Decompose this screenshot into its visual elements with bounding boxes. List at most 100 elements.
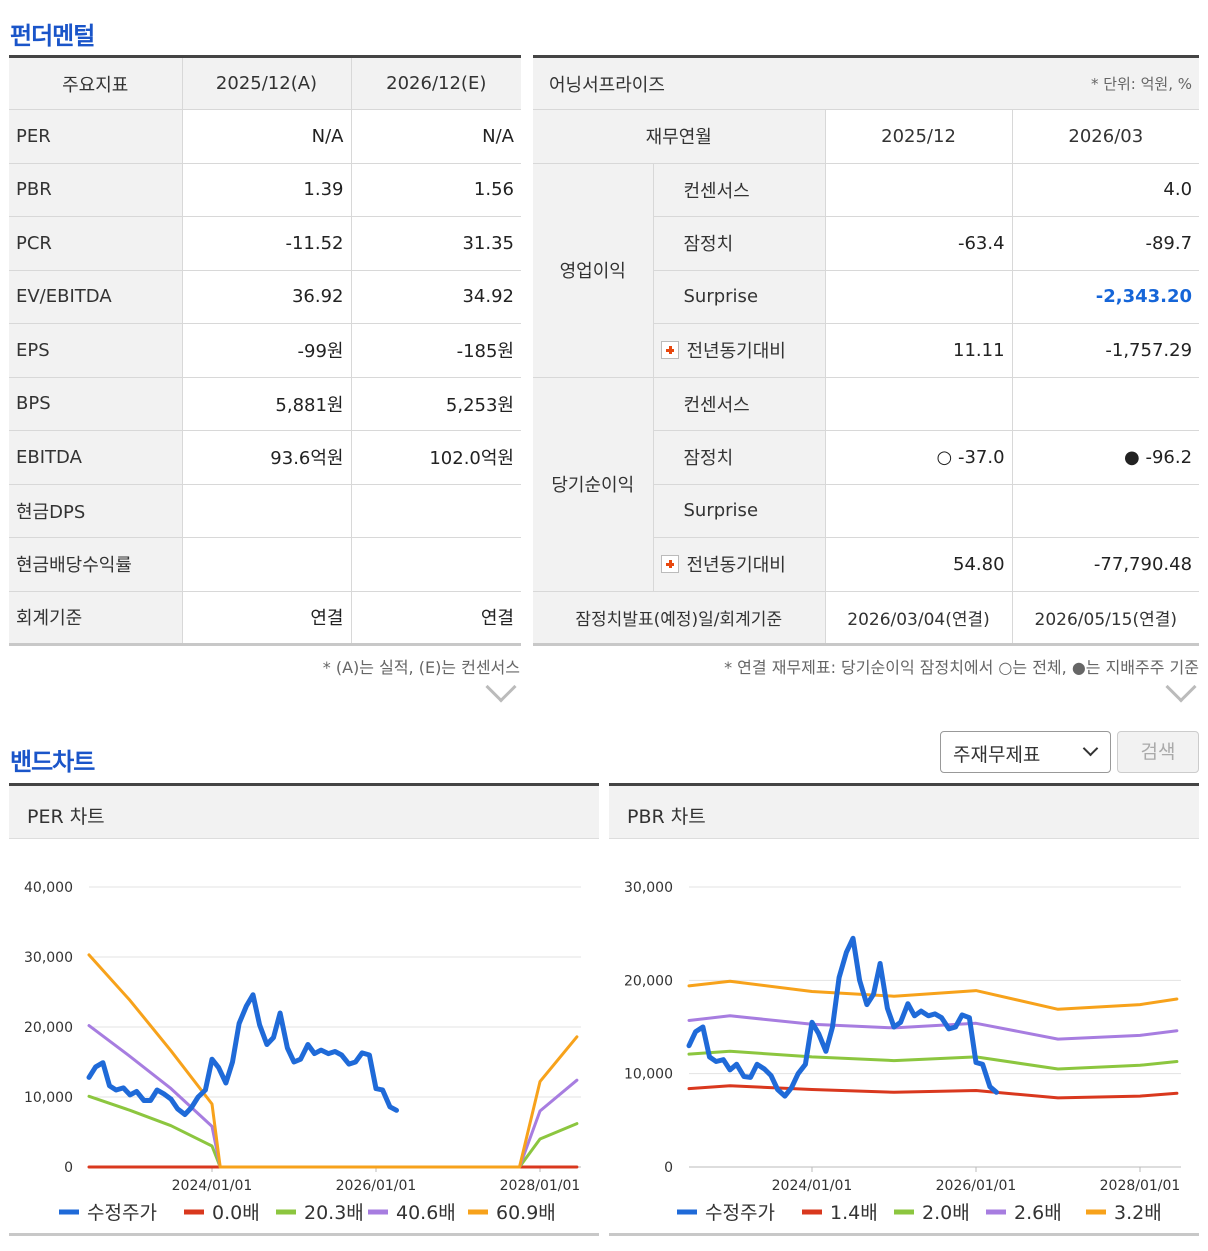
fund-value: -185원: [350, 323, 521, 378]
x-tick-label: 2028/01/01: [500, 1178, 581, 1194]
y-tick-label: 0: [64, 1160, 73, 1176]
fund-header-0: 주요지표: [9, 56, 182, 110]
earn-footer-date: 2026/05/15(연결): [1011, 591, 1200, 645]
fund-header-1: 2025/12(A): [181, 56, 351, 110]
fund-value: N/A: [350, 109, 521, 164]
earn-label: Surprise: [653, 270, 825, 324]
fund-label: 회계기준: [9, 591, 182, 645]
earn-label: Surprise: [653, 484, 825, 538]
fund-value: 102.0억원: [350, 430, 521, 485]
band-series-line: [87, 1094, 579, 1169]
earn-label: 잠정치: [653, 216, 825, 271]
fund-label: BPS: [9, 377, 182, 431]
fund-value: 34.92: [350, 270, 521, 324]
fund-row: 현금배당수익률: [9, 537, 521, 592]
fundamentals-table: 주요지표 2025/12(A) 2026/12(E) PER N/A N/A PBR…: [9, 55, 521, 646]
earn-label: 잠정치: [653, 430, 825, 485]
legend-label: 40.6배: [396, 1202, 456, 1224]
fund-row: EPS -99원 -185원: [9, 323, 521, 378]
fund-value: [181, 484, 351, 538]
y-tick-label: 40,000: [24, 880, 73, 896]
earn-label: 컨센서스: [653, 163, 825, 217]
fund-value: 연결: [181, 591, 351, 645]
earn-value: [1011, 377, 1200, 431]
fund-row: EBITDA 93.6억원 102.0억원: [9, 430, 521, 485]
fund-row: BPS 5,881원 5,253원: [9, 377, 521, 431]
earn-value: [824, 163, 1013, 217]
x-tick-label: 2026/01/01: [936, 1178, 1017, 1194]
y-tick-label: 20,000: [624, 973, 673, 989]
fund-value: -99원: [181, 323, 351, 378]
fund-label: EBITDA: [9, 430, 182, 485]
chevron-down-icon: [1082, 740, 1099, 757]
y-tick-label: 30,000: [24, 950, 73, 966]
x-tick-label: 2026/01/01: [336, 1178, 417, 1194]
earn-row: 당기순이익 컨센서스: [533, 377, 1200, 592]
fund-value: N/A: [181, 109, 351, 164]
fund-label: PCR: [9, 216, 182, 271]
earn-value: [824, 377, 1013, 431]
earn-footer-date: 2026/03/04(연결): [824, 591, 1013, 645]
fund-value: 1.39: [181, 163, 351, 217]
pbr-chart: 0 10,000 20,000 30,000 2024/01/01 2026/01/01 2…: [624, 880, 1181, 1224]
fund-header-2: 2026/12(E): [350, 56, 521, 110]
earn-label[interactable]: 전년동기대비: [653, 537, 825, 592]
fund-value: [181, 537, 351, 592]
fund-label: PBR: [9, 163, 182, 217]
earn-footer-row: 잠정치발표(예정)일/회계기준 2026/03/04(연결) 2026/05/1…: [533, 591, 1200, 645]
fund-value: 5,881원: [181, 377, 351, 431]
earn-value: -89.7: [1011, 216, 1200, 271]
earn-label[interactable]: 전년동기대비: [653, 323, 825, 378]
earn-value: 54.80: [824, 537, 1013, 592]
select-value: 주재무제표: [953, 744, 1041, 766]
fund-label: 현금DPS: [9, 484, 182, 538]
earn-row: 영업이익 컨센서스 4.0: [533, 163, 1200, 378]
x-tick-label: 2024/01/01: [172, 1178, 253, 1194]
fund-value: 1.56: [350, 163, 521, 217]
earn-label-text: 전년동기대비: [686, 555, 786, 577]
legend-label: 60.9배: [496, 1202, 556, 1224]
fund-value: 36.92: [181, 270, 351, 324]
per-chart-panel: PER 차트 0 10,000 20,000 30,000 40,000 2024/01/…: [9, 783, 599, 1236]
y-tick-label: 10,000: [624, 1067, 673, 1083]
fund-row: PER N/A N/A: [9, 109, 521, 164]
per-chart-title: PER 차트: [9, 786, 599, 839]
fund-label: PER: [9, 109, 182, 164]
band-series-line: [687, 1084, 1179, 1100]
pbr-chart-panel: PBR 차트 0 10,000 20,000 30,000 2024/01/01 2026…: [609, 783, 1199, 1236]
fund-value: [350, 537, 521, 592]
fund-value: 31.35: [350, 216, 521, 271]
fundamentals-note: * (A)는 실적, (E)는 컨센서스: [322, 658, 520, 677]
earnings-unit: * 단위: 억원, %: [1012, 56, 1200, 110]
legend-label: 0.0배: [212, 1202, 260, 1224]
band-series-line: [687, 979, 1179, 1011]
fund-label: EPS: [9, 323, 182, 378]
earn-value: ● -96.2: [1011, 430, 1200, 485]
fund-row: EV/EBITDA 36.92 34.92: [9, 270, 521, 324]
band-series-line: [87, 953, 579, 1169]
earn-label-text: 전년동기대비: [686, 341, 786, 363]
fund-row: PCR -11.52 31.35: [9, 216, 521, 271]
earn-value: [824, 270, 1013, 324]
band-series-line: [87, 1024, 579, 1169]
earnings-note: * 연결 재무제표: 당기순이익 잠정치에서 ○는 전체, ●는 지배주주 기준: [724, 658, 1199, 677]
fund-row: PBR 1.39 1.56: [9, 163, 521, 217]
fund-value: [350, 484, 521, 538]
fund-value: 연결: [350, 591, 521, 645]
legend-label: 20.3배: [304, 1202, 364, 1224]
legend-label: 1.4배: [830, 1202, 878, 1224]
statement-type-select[interactable]: 주재무제표: [940, 731, 1111, 773]
x-tick-label: 2028/01/01: [1100, 1178, 1181, 1194]
fund-label: EV/EBITDA: [9, 270, 182, 324]
expand-plus-icon[interactable]: [660, 341, 679, 360]
search-button[interactable]: 검색: [1117, 731, 1199, 773]
op-group-label: 영업이익: [533, 163, 654, 378]
ni-group-label: 당기순이익: [533, 377, 654, 592]
fund-row: 현금DPS: [9, 484, 521, 538]
earnings-title: 어닝서프라이즈: [533, 56, 1013, 110]
earn-value: -77,790.48: [1011, 537, 1200, 592]
band-chart-title: 밴드차트: [10, 748, 95, 776]
earn-value: [1011, 484, 1200, 538]
earn-value: 4.0: [1011, 163, 1200, 217]
expand-plus-icon[interactable]: [660, 555, 679, 574]
